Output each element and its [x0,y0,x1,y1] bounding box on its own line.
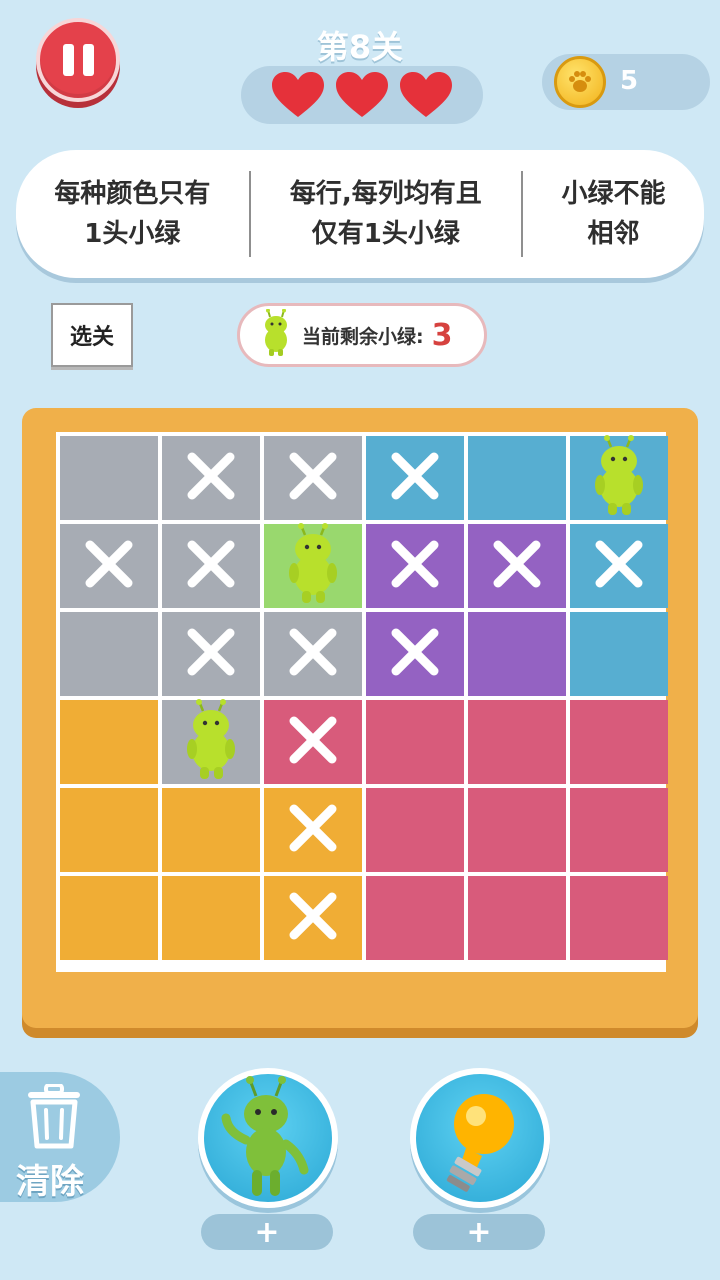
paw-coin-icon [554,56,606,108]
board-cell-r3-c1[interactable] [60,612,158,696]
lightbulb-icon [446,1094,514,1192]
board-grid [60,435,668,960]
alien-icon [258,308,294,361]
heart-icon [334,71,390,119]
board-cell-r4-c6[interactable] [570,700,668,784]
board-cell-r6-c1[interactable] [60,876,158,960]
lives-panel [241,66,483,124]
board-cell-r2-c4[interactable] [366,524,464,608]
board-cell-r4-c5[interactable] [468,700,566,784]
board-cell-r2-c5[interactable] [468,524,566,608]
clear-label: 清除 [16,1162,84,1202]
board-cell-r2-c6[interactable] [570,524,668,608]
x-mark-icon [386,623,444,685]
coin-count: 5 [620,66,639,96]
hint-tool-button[interactable] [410,1068,550,1208]
board-cell-r3-c6[interactable] [570,612,668,696]
board-cell-r2-c2[interactable] [162,524,260,608]
remaining-value: 3 [431,317,453,353]
board-cell-r4-c1[interactable] [60,700,158,784]
board-cell-r5-c3[interactable] [264,788,362,872]
board-cell-r3-c3[interactable] [264,612,362,696]
alien-icon [181,699,241,785]
rule-one-per-row-column: 每行,每列均有且 仅有1头小绿 [289,179,482,249]
board-cell-r5-c6[interactable] [570,788,668,872]
board-cell-r3-c5[interactable] [468,612,566,696]
board-cell-r6-c5[interactable] [468,876,566,960]
board-cell-r4-c3[interactable] [264,700,362,784]
remaining-label: 当前剩余小绿: [302,325,424,348]
trash-icon [24,1083,84,1154]
board-cell-r1-c1[interactable] [60,436,158,520]
game-board [22,408,698,1028]
coin-panel: 5 [542,54,710,110]
board-cell-r4-c2[interactable] [162,699,260,785]
remaining-counter: 当前剩余小绿: 3 [237,303,487,367]
rule-not-adjacent: 小绿不能 相邻 [561,179,666,249]
select-level-button[interactable]: 选关 [51,303,133,367]
x-mark-icon [182,447,240,509]
alien-icon [589,435,649,521]
x-mark-icon [386,535,444,597]
place-alien-tool-button[interactable] [198,1068,338,1208]
board-cell-r1-c4[interactable] [366,436,464,520]
x-mark-icon [182,623,240,685]
board-cell-r1-c2[interactable] [162,436,260,520]
board-cell-r5-c4[interactable] [366,788,464,872]
x-mark-icon [284,887,342,949]
rule-one-per-color: 每种颜色只有 1头小绿 [54,179,211,249]
x-mark-icon [182,535,240,597]
x-mark-icon [284,623,342,685]
board-cell-r5-c1[interactable] [60,788,158,872]
x-mark-icon [284,447,342,509]
board-cell-r1-c5[interactable] [468,436,566,520]
rules-panel: 每种颜色只有 1头小绿 每行,每列均有且 仅有1头小绿 小绿不能 相邻 [16,150,704,278]
buy-hint-button[interactable]: + [413,1214,545,1250]
heart-icon [398,71,454,119]
board-cell-r6-c6[interactable] [570,876,668,960]
board-cell-r4-c4[interactable] [366,700,464,784]
x-mark-icon [590,535,648,597]
board-cell-r2-c3[interactable] [264,523,362,609]
x-mark-icon [386,447,444,509]
board-cell-r6-c4[interactable] [366,876,464,960]
heart-icon [270,71,326,119]
board-cell-r5-c5[interactable] [468,788,566,872]
board-cell-r6-c2[interactable] [162,876,260,960]
alien-icon [283,523,343,609]
alien-icon [221,1076,309,1196]
board-cell-r3-c2[interactable] [162,612,260,696]
buy-alien-tool-button[interactable]: + [201,1214,333,1250]
board-cell-r2-c1[interactable] [60,524,158,608]
board-cell-r6-c3[interactable] [264,876,362,960]
board-cell-r5-c2[interactable] [162,788,260,872]
x-mark-icon [488,535,546,597]
board-cell-r3-c4[interactable] [366,612,464,696]
clear-button[interactable]: 清除 [0,1072,120,1202]
x-mark-icon [80,535,138,597]
x-mark-icon [284,799,342,861]
board-cell-r1-c6[interactable] [570,435,668,521]
board-grid-frame [56,432,668,972]
x-mark-icon [284,711,342,773]
board-cell-r1-c3[interactable] [264,436,362,520]
